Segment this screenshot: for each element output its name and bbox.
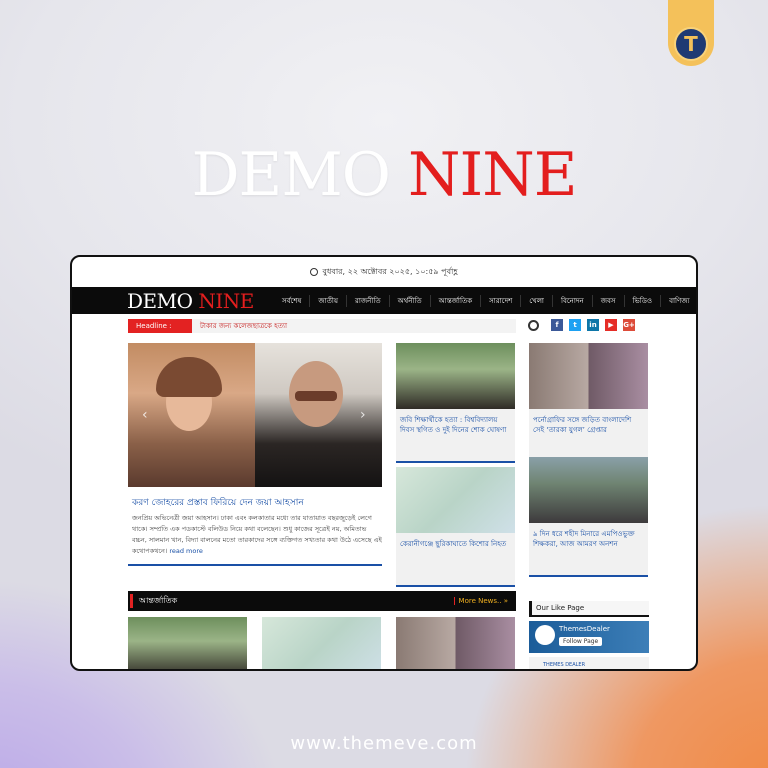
slider-prev-icon[interactable]: ‹ [142, 407, 148, 423]
nav-item-jobs[interactable]: জবস [591, 294, 624, 307]
date-bar: বুধবার, ২২ অক্টোবর ২০২৫, ১০:৫৯ পূর্বাহ্ণ [72, 257, 696, 287]
news-card[interactable]: কেরানীগঞ্জে ছুরিকাঘাতে কিশোর নিহত [396, 467, 515, 587]
fb-page-name[interactable]: ThemesDealer [559, 625, 610, 633]
facebook-page-widget[interactable]: ThemesDealer Follow Page [529, 621, 649, 653]
section-thumb[interactable] [396, 617, 515, 669]
news-card-image [529, 343, 648, 409]
news-card-image [529, 457, 648, 523]
headline-link[interactable]: টাকার জন্য কলেজছাত্রকে হত্যা [200, 320, 287, 332]
headline-label: Headline : [128, 319, 192, 333]
nav-item-latest[interactable]: সর্বশেষ [274, 295, 309, 307]
footer-url[interactable]: www.themeve.com [0, 733, 768, 754]
section-header-international: আন্তর্জাতিক More News.. » [128, 591, 516, 611]
current-date: বুধবার, ২২ অক্টোবর ২০২৫, ১০:৫৯ পূর্বাহ্ণ [322, 266, 458, 276]
lead-story-excerpt: জনপ্রিয় অভিনেত্রী জয়া আহসান। ঢাকা এবং … [132, 513, 382, 557]
divider [396, 461, 515, 463]
nav-menu: সর্বশেষ জাতীয় রাজনীতি অর্থনীতি আন্তর্জা… [274, 294, 696, 307]
section-title[interactable]: আন্তর্জাতিক [130, 594, 177, 608]
news-card-title[interactable]: জবি শিক্ষার্থীকে হত্যা : বিশ্ববিদ্যালয় … [396, 409, 515, 461]
linkedin-icon[interactable]: in [587, 319, 599, 331]
news-card-title[interactable]: ৯ দিন ধরে শহীদ মিনারে এমপিওভুক্ত শিক্ষকর… [529, 523, 648, 575]
clock-icon [310, 268, 319, 276]
news-card-image [396, 343, 515, 409]
news-card-image [396, 467, 515, 533]
hero-title: DEMO NINE [0, 140, 768, 210]
search-icon[interactable] [528, 319, 539, 331]
nav-item-politics[interactable]: রাজনীতি [346, 294, 389, 307]
read-more-link[interactable]: read more [169, 547, 203, 555]
nav-item-international[interactable]: আন্তর্জাতিক [429, 294, 480, 307]
news-card-title[interactable]: পর্নোগ্রাফির সঙ্গে জড়িত বাংলাদেশি সেই ‘… [529, 409, 648, 461]
main-navbar: DEMO NINE সর্বশেষ জাতীয় রাজনীতি অর্থনীত… [72, 287, 696, 314]
social-icons: f t in ▶ G+ [528, 319, 635, 331]
headline-ticker: Headline : টাকার জন্য কলেজছাত্রকে হত্যা [128, 319, 516, 333]
nav-item-economy[interactable]: অর্থনীতি [388, 294, 430, 307]
twitter-icon[interactable]: t [569, 319, 581, 331]
nav-item-sports[interactable]: খেলা [520, 294, 552, 307]
news-card[interactable]: ৯ দিন ধরে শহীদ মিনারে এমপিওভুক্ত শিক্ষকর… [529, 457, 648, 577]
like-page-widget: Our Like Page ThemesDealer Follow Page T… [529, 601, 649, 669]
slider-next-icon[interactable]: › [360, 407, 366, 423]
lead-story-image[interactable]: ‹ › [128, 343, 382, 487]
more-news-link[interactable]: More News.. » [453, 597, 516, 605]
divider [128, 564, 382, 566]
news-card-title[interactable]: কেরানীগঞ্জে ছুরিকাঘাতে কিশোর নিহত [396, 533, 515, 585]
nav-item-national[interactable]: জাতীয় [309, 294, 346, 307]
like-page-title: Our Like Page [529, 601, 649, 615]
hero-word-nine: NINE [408, 140, 577, 210]
divider [529, 575, 648, 577]
website-preview: বুধবার, ২২ অক্টোবর ২০২৫, ১০:৫৯ পূর্বাহ্ণ… [70, 255, 698, 671]
google-plus-icon[interactable]: G+ [623, 319, 635, 331]
logo-word-nine: NINE [198, 288, 254, 313]
section-thumb[interactable] [262, 617, 381, 669]
news-card[interactable]: পর্নোগ্রাফির সঙ্গে জড়িত বাংলাদেশি সেই ‘… [529, 343, 648, 463]
youtube-icon[interactable]: ▶ [605, 319, 617, 331]
nav-item-country[interactable]: সারাদেশ [480, 294, 520, 307]
brand-badge: T [668, 0, 714, 66]
nav-item-business[interactable]: বাণিজ্য [660, 294, 696, 307]
nav-item-video[interactable]: ভিডিও [623, 294, 661, 307]
page-avatar [535, 625, 555, 645]
logo-word-demo: DEMO [127, 288, 193, 313]
news-card[interactable]: জবি শিক্ষার্থীকে হত্যা : বিশ্ববিদ্যালয় … [396, 343, 515, 463]
brand-logo-icon: T [674, 27, 708, 61]
follow-page-button[interactable]: Follow Page [559, 637, 603, 646]
nav-item-entertainment[interactable]: বিনোদন [551, 294, 592, 307]
hero-word-demo: DEMO [191, 140, 391, 210]
lead-story-title[interactable]: করণ জোহরের প্রস্তাব ফিরিয়ে দেন জয়া আহস… [132, 495, 382, 510]
divider [396, 585, 515, 587]
section-thumb[interactable] [128, 617, 247, 669]
facebook-icon[interactable]: f [551, 319, 563, 331]
divider [529, 615, 649, 617]
fb-page-brand: THEMES DEALER [529, 657, 649, 669]
page-content: Headline : টাকার জন্য কলেজছাত্রকে হত্যা … [128, 317, 656, 669]
site-logo[interactable]: DEMO NINE [72, 288, 254, 313]
